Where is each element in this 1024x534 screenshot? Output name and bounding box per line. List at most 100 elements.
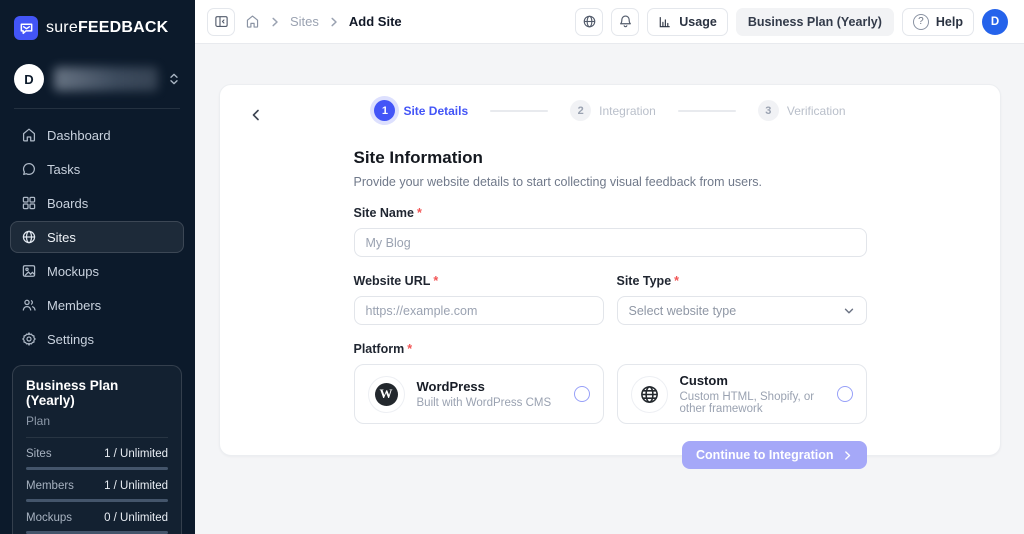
gear-icon bbox=[21, 331, 37, 347]
brand-chat-bubble-icon bbox=[14, 16, 38, 40]
notifications-button[interactable] bbox=[611, 8, 639, 36]
sidebar-item-label: Dashboard bbox=[47, 128, 111, 143]
main-area: Sites Add Site Usage Business Plan (Year… bbox=[195, 0, 1024, 534]
breadcrumb: Sites Add Site bbox=[245, 14, 402, 29]
form-title: Site Information bbox=[354, 148, 867, 168]
sidebar-item-tasks[interactable]: Tasks bbox=[10, 153, 184, 185]
grid-icon bbox=[21, 195, 37, 211]
usage-label: Sites bbox=[26, 448, 52, 460]
usage-progress-bar bbox=[26, 499, 168, 502]
site-type-select[interactable]: Select website type bbox=[617, 296, 867, 325]
content-area: 1 Site Details 2 Integration 3 Verificat… bbox=[195, 44, 1024, 534]
wizard-stepper: 1 Site Details 2 Integration 3 Verificat… bbox=[220, 85, 1000, 121]
sidebar-nav: Dashboard Tasks Boards Sites Mockups Mem… bbox=[0, 109, 194, 365]
globe-icon bbox=[631, 376, 668, 413]
required-asterisk: * bbox=[417, 206, 422, 220]
step-number: 1 bbox=[374, 100, 395, 121]
usage-label: Members bbox=[26, 480, 74, 492]
image-icon bbox=[21, 263, 37, 279]
bar-chart-icon bbox=[658, 15, 672, 29]
chevron-right-icon bbox=[269, 16, 281, 28]
platform-description: Custom HTML, Shopify, or other framework bbox=[680, 391, 825, 415]
globe-icon bbox=[21, 229, 37, 245]
step-connector bbox=[490, 110, 548, 112]
workspace-name-redacted bbox=[54, 67, 158, 91]
plan-badge[interactable]: Business Plan (Yearly) bbox=[736, 8, 894, 36]
sidebar-item-dashboard[interactable]: Dashboard bbox=[10, 119, 184, 151]
top-bar: Sites Add Site Usage Business Plan (Year… bbox=[195, 0, 1024, 44]
question-mark-icon: ? bbox=[913, 14, 929, 30]
up-down-chevrons-icon bbox=[168, 72, 180, 86]
label-text: Site Type bbox=[617, 274, 672, 288]
sidebar: sureFEEDBACK D Dashboard Tasks Boards Si… bbox=[0, 0, 195, 534]
usage-row-members: Members 1 / Unlimited bbox=[26, 480, 168, 502]
usage-value: 0 / Unlimited bbox=[104, 512, 168, 524]
site-name-input[interactable] bbox=[354, 228, 867, 257]
sidebar-item-settings[interactable]: Settings bbox=[10, 323, 184, 355]
website-url-label: Website URL* bbox=[354, 274, 604, 288]
sidebar-item-sites[interactable]: Sites bbox=[10, 221, 184, 253]
step-label: Verification bbox=[787, 104, 846, 118]
step-verification: 3 Verification bbox=[758, 100, 846, 121]
step-number: 2 bbox=[570, 100, 591, 121]
sidebar-collapse-button[interactable] bbox=[207, 8, 235, 36]
sidebar-item-members[interactable]: Members bbox=[10, 289, 184, 321]
step-label: Site Details bbox=[403, 104, 468, 118]
home-icon[interactable] bbox=[245, 14, 260, 29]
sidebar-item-label: Sites bbox=[47, 230, 76, 245]
usage-button[interactable]: Usage bbox=[647, 8, 728, 36]
platform-name: Custom bbox=[680, 373, 825, 388]
site-name-label: Site Name* bbox=[354, 206, 867, 220]
chevron-right-icon bbox=[842, 450, 853, 461]
step-site-details: 1 Site Details bbox=[374, 100, 468, 121]
brand-logo: sureFEEDBACK bbox=[0, 0, 194, 52]
usage-label: Mockups bbox=[26, 512, 72, 524]
help-button[interactable]: ? Help bbox=[902, 8, 974, 36]
sidebar-item-mockups[interactable]: Mockups bbox=[10, 255, 184, 287]
required-asterisk: * bbox=[433, 274, 438, 288]
platform-option-wordpress[interactable]: W WordPress Built with WordPress CMS bbox=[354, 364, 604, 424]
users-icon bbox=[21, 297, 37, 313]
chat-bubble-icon bbox=[21, 161, 37, 177]
chevron-down-icon bbox=[843, 305, 855, 317]
sidebar-item-label: Mockups bbox=[47, 264, 99, 279]
wordpress-badge: W bbox=[375, 383, 398, 406]
select-value: Select website type bbox=[629, 304, 737, 318]
step-integration: 2 Integration bbox=[570, 100, 656, 121]
globe-icon bbox=[582, 14, 597, 29]
sidebar-item-label: Tasks bbox=[47, 162, 80, 177]
required-asterisk: * bbox=[674, 274, 679, 288]
breadcrumb-sites[interactable]: Sites bbox=[290, 14, 319, 29]
plan-title: Business Plan (Yearly) bbox=[26, 378, 168, 408]
custom-radio[interactable] bbox=[837, 386, 853, 402]
workspace-switcher[interactable]: D bbox=[0, 52, 194, 108]
website-url-input[interactable] bbox=[354, 296, 604, 325]
site-information-form: Site Information Provide your website de… bbox=[354, 148, 867, 469]
chevron-right-icon bbox=[328, 16, 340, 28]
sidebar-item-boards[interactable]: Boards bbox=[10, 187, 184, 219]
add-site-card: 1 Site Details 2 Integration 3 Verificat… bbox=[219, 84, 1001, 456]
usage-progress-bar bbox=[26, 467, 168, 470]
usage-row-mockups: Mockups 0 / Unlimited bbox=[26, 512, 168, 534]
user-avatar[interactable]: D bbox=[982, 9, 1008, 35]
back-button[interactable] bbox=[242, 101, 270, 129]
bell-icon bbox=[618, 14, 633, 29]
platform-label: Platform* bbox=[354, 342, 867, 356]
workspace-avatar: D bbox=[14, 64, 44, 94]
label-text: Site Name bbox=[354, 206, 414, 220]
usage-value: 1 / Unlimited bbox=[104, 448, 168, 460]
brand-name-light: sure bbox=[46, 19, 78, 36]
language-button[interactable] bbox=[575, 8, 603, 36]
sidebar-item-label: Members bbox=[47, 298, 101, 313]
brand-name-bold: FEEDBACK bbox=[78, 19, 169, 36]
wordpress-radio[interactable] bbox=[574, 386, 590, 402]
sidebar-item-label: Settings bbox=[47, 332, 94, 347]
step-connector bbox=[678, 110, 736, 112]
usage-label: Usage bbox=[679, 15, 717, 29]
label-text: Platform bbox=[354, 342, 405, 356]
platform-option-custom[interactable]: Custom Custom HTML, Shopify, or other fr… bbox=[617, 364, 867, 424]
usage-value: 1 / Unlimited bbox=[104, 480, 168, 492]
continue-to-integration-button[interactable]: Continue to Integration bbox=[682, 441, 866, 469]
required-asterisk: * bbox=[407, 342, 412, 356]
wordpress-icon: W bbox=[368, 376, 405, 413]
